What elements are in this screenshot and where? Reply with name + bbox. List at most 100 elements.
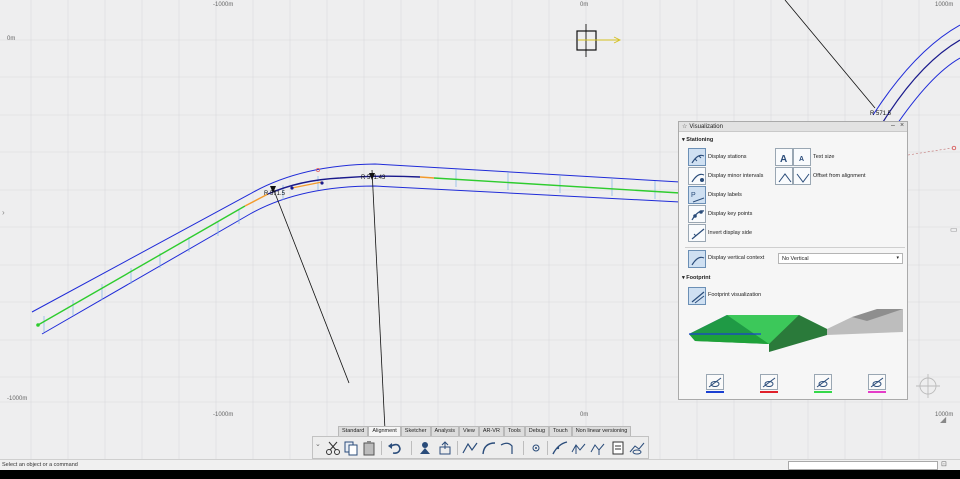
visualization-panel[interactable]: ☆ Visualization – × ▾ Stationing Display… <box>678 121 908 400</box>
curve-arc[interactable] <box>267 175 421 195</box>
folder-icon[interactable]: ▭ <box>950 225 958 234</box>
transition-icon[interactable] <box>552 440 568 456</box>
dashed-guide <box>907 147 953 156</box>
point-icon[interactable] <box>528 440 544 456</box>
footprint-heading[interactable]: ▾ Footprint <box>682 275 710 281</box>
stationing-heading[interactable]: ▾ Stationing <box>682 137 713 143</box>
text-size-label: Text size <box>813 154 835 160</box>
footprint-magenta-button[interactable] <box>868 374 886 390</box>
offset-decrease-button[interactable] <box>775 167 793 185</box>
close-icon[interactable]: × <box>900 122 904 129</box>
tab-tools[interactable]: Tools <box>503 426 525 436</box>
report-icon[interactable] <box>610 440 626 456</box>
copy-icon[interactable] <box>343 440 359 456</box>
invert-display-side-button[interactable] <box>688 224 706 242</box>
tab-non-linear-versioning[interactable]: Non linear versioning <box>571 426 632 436</box>
key-point[interactable] <box>320 181 324 185</box>
compass-icon[interactable] <box>916 374 940 398</box>
key-points-icon <box>691 210 705 221</box>
display-key-points-label: Display key points <box>708 211 753 217</box>
axis-label: 0m <box>7 36 16 42</box>
tab-analysis[interactable]: Analysis <box>430 426 459 436</box>
footprint-icon <box>691 291 705 304</box>
toolbar-chevron-icon[interactable]: ⌄ <box>315 440 321 448</box>
curve-arc-right[interactable] <box>882 39 960 123</box>
tangent-segment-left[interactable] <box>37 205 246 326</box>
footprint-blue-swatch <box>706 391 724 393</box>
display-labels-button[interactable]: P <box>688 186 706 204</box>
svg-text:A: A <box>780 154 787 165</box>
panel-title: Visualization <box>689 123 723 130</box>
properties-icon[interactable] <box>417 440 433 456</box>
export-icon[interactable] <box>437 440 453 456</box>
offset-from-alignment-label: Offset from alignment <box>813 173 866 179</box>
polyline-icon[interactable] <box>462 440 478 456</box>
curve-icon[interactable] <box>500 440 516 456</box>
radius-label: R 571.43 <box>361 175 386 181</box>
display-minor-intervals-label: Display minor intervals <box>708 173 764 179</box>
stations-icon <box>691 154 705 164</box>
curve-transition-right[interactable] <box>419 176 435 179</box>
axis-label: 0m <box>580 412 589 418</box>
footprint-green-swatch <box>814 391 832 393</box>
command-input[interactable] <box>788 461 938 470</box>
expand-corner-icon[interactable]: ◢ <box>940 415 946 424</box>
footprint-red-button[interactable] <box>760 374 778 390</box>
alignment-edge-right-outer[interactable] <box>872 24 960 116</box>
alignment-icon[interactable] <box>571 440 587 456</box>
display-key-points-button[interactable] <box>688 205 706 223</box>
tab-debug[interactable]: Debug <box>524 426 550 436</box>
minor-intervals-icon <box>691 173 705 183</box>
display-minor-intervals-button[interactable] <box>688 167 706 185</box>
radius-label: R 571.5 <box>264 191 286 197</box>
paste-icon[interactable] <box>361 440 377 456</box>
text-size-small-icon: A <box>799 156 804 163</box>
axis-label: 1000m <box>935 2 954 8</box>
left-expand-icon[interactable]: › <box>2 208 5 217</box>
status-bar: Select an object or a command ⊡ <box>0 459 960 470</box>
alignment-edge-right-inner[interactable] <box>892 57 960 131</box>
stationing-heading-label: Stationing <box>686 137 714 143</box>
tab-standard[interactable]: Standard <box>338 426 369 436</box>
footprint-heading-label: Footprint <box>686 275 711 281</box>
footprint-visualization-label: Footprint visualization <box>708 292 762 298</box>
display-vertical-context-label: Display vertical context <box>708 255 765 261</box>
display-stations-label: Display stations <box>708 154 747 160</box>
tab-touch[interactable]: Touch <box>549 426 572 436</box>
command-search-icon[interactable]: ⊡ <box>941 460 947 468</box>
footprint-green-button[interactable] <box>814 374 832 390</box>
key-point[interactable] <box>951 145 957 151</box>
tab-view[interactable]: View <box>459 426 479 436</box>
offset-icon <box>778 173 792 183</box>
key-point[interactable] <box>290 186 294 190</box>
display-vertical-context-button[interactable] <box>688 250 706 268</box>
tab-sketcher[interactable]: Sketcher <box>400 426 431 436</box>
text-size-decrease-button[interactable]: A <box>775 148 793 166</box>
scissors-icon[interactable] <box>325 440 341 456</box>
vertical-select[interactable]: No Vertical ▾ <box>778 253 903 264</box>
tab-ar-vr[interactable]: AR-VR <box>478 426 504 436</box>
invert-side-icon <box>691 228 705 240</box>
alignment-start-point[interactable] <box>36 323 40 327</box>
minimize-icon[interactable]: – <box>891 122 895 129</box>
text-size-increase-button[interactable]: A <box>793 148 811 166</box>
undo-icon[interactable] <box>387 440 403 456</box>
footprint-blue-button[interactable] <box>706 374 724 390</box>
labels-icon: P <box>691 192 705 203</box>
display-stations-button[interactable] <box>688 148 706 166</box>
alignment-edge-lower[interactable] <box>41 185 681 335</box>
arc-icon[interactable] <box>481 440 497 456</box>
axis-label: -1000m <box>7 396 28 402</box>
alignment-edit-icon[interactable] <box>590 440 606 456</box>
svg-text:A: A <box>799 156 804 163</box>
offset-icon <box>796 173 810 183</box>
footprint-red-swatch <box>760 391 778 393</box>
origin-marker-icon[interactable] <box>576 24 622 57</box>
panel-titlebar[interactable]: ☆ Visualization – × <box>679 122 907 132</box>
tab-alignment[interactable]: Alignment <box>368 426 401 436</box>
3d-viewport[interactable]: -1000m 0m 1000m 0m -1000m -1000m 0m 1000… <box>0 0 960 470</box>
offset-increase-button[interactable] <box>793 167 811 185</box>
visualization-icon[interactable] <box>629 440 645 456</box>
footprint-visualization-button[interactable] <box>688 287 706 305</box>
chevron-down-icon: ▾ <box>896 255 899 261</box>
